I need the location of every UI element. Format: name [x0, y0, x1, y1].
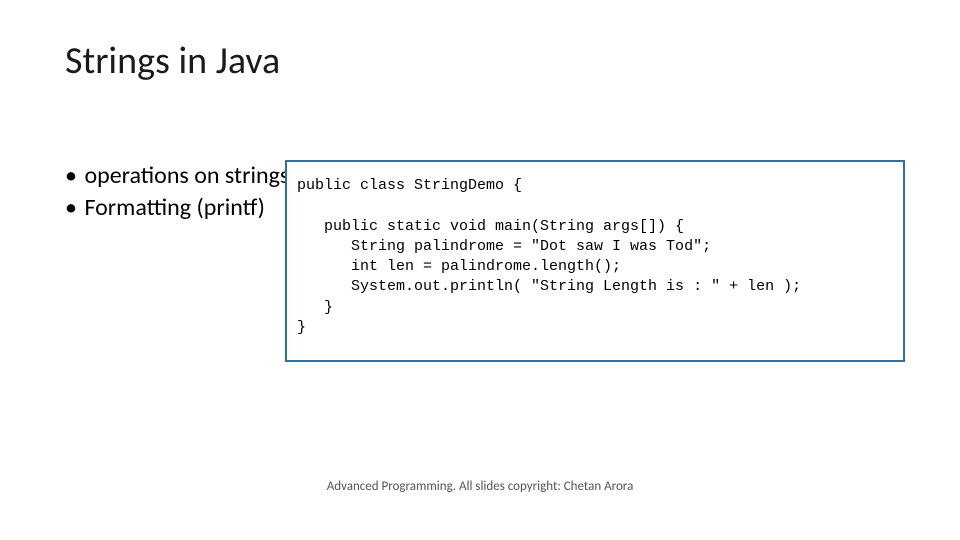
code-block: public class StringDemo { public static … [285, 160, 905, 362]
bullet-text: Formatting (printf) [84, 193, 265, 222]
bullet-item: • Formatting (printf) [65, 192, 289, 224]
code-line: } [297, 299, 333, 316]
bullet-list: • operations on strings • Formatting (pr… [65, 160, 289, 225]
code-line: public class StringDemo { [297, 177, 522, 194]
code-line: System.out.println( "String Length is : … [297, 278, 801, 295]
bullet-item: • operations on strings [65, 160, 289, 192]
slide-title: Strings in Java [65, 38, 280, 84]
code-line: public static void main(String args[]) { [297, 218, 684, 235]
code-line: int len = palindrome.length(); [297, 258, 621, 275]
bullet-text: operations on strings [84, 161, 289, 190]
code-line: } [297, 319, 306, 336]
bullet-dot-icon: • [65, 192, 79, 224]
slide: Strings in Java • operations on strings … [0, 0, 960, 540]
footer-text: Advanced Programming. All slides copyrig… [0, 479, 960, 494]
bullet-dot-icon: • [65, 160, 79, 192]
code-line: String palindrome = "Dot saw I was Tod"; [297, 238, 711, 255]
